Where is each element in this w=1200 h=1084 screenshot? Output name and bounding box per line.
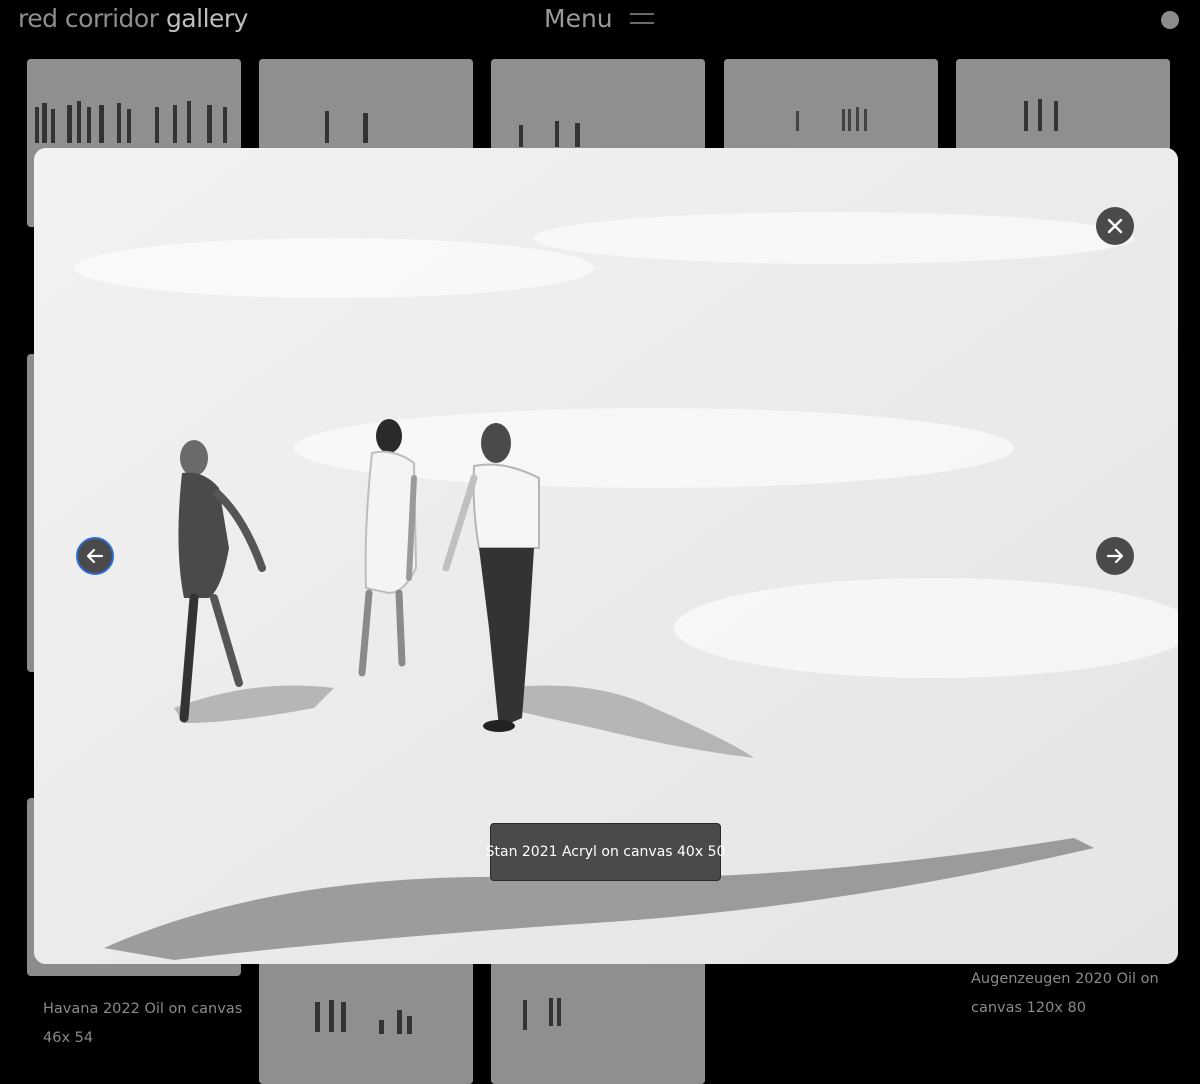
gallery-thumbnail[interactable] bbox=[259, 964, 473, 1084]
close-icon bbox=[1107, 218, 1123, 234]
brand-name-bold: gallery bbox=[165, 4, 249, 33]
next-button[interactable] bbox=[1096, 537, 1134, 575]
artwork-caption: Havana 2022 Oil on canvas 46x 54 bbox=[43, 995, 242, 1053]
gallery-thumbnail[interactable] bbox=[956, 59, 1170, 159]
hamburger-icon[interactable] bbox=[630, 13, 654, 25]
user-dot-icon[interactable] bbox=[1161, 11, 1179, 29]
caption-line: canvas 120x 80 bbox=[971, 1000, 1086, 1016]
gallery-thumbnail[interactable] bbox=[259, 59, 473, 159]
lightbox-modal: Stan 2021 Acryl on canvas 40x 50 bbox=[34, 148, 1178, 964]
caption-line: Havana 2022 Oil on canvas bbox=[43, 1001, 243, 1017]
brand-name-light: red corridor bbox=[18, 4, 159, 33]
caption-line: 46x 54 bbox=[43, 1030, 94, 1046]
lightbox-caption: Stan 2021 Acryl on canvas 40x 50 bbox=[486, 823, 725, 881]
artwork-caption: Augenzeugen 2020 Oil on canvas 120x 80 bbox=[971, 965, 1159, 1023]
caption-line: Augenzeugen 2020 Oil on bbox=[971, 971, 1159, 987]
gallery-thumbnail[interactable] bbox=[491, 964, 705, 1084]
close-button[interactable] bbox=[1096, 207, 1134, 245]
gallery-thumbnail[interactable] bbox=[491, 59, 705, 159]
site-logo[interactable]: red corridor gallery bbox=[18, 4, 248, 33]
arrow-right-icon bbox=[1106, 548, 1124, 564]
site-header: red corridor gallery Menu bbox=[0, 0, 1200, 40]
gallery-thumbnail[interactable] bbox=[724, 59, 938, 159]
menu-button[interactable]: Menu bbox=[544, 4, 613, 33]
previous-button[interactable] bbox=[76, 537, 114, 575]
arrow-left-icon bbox=[86, 548, 104, 564]
